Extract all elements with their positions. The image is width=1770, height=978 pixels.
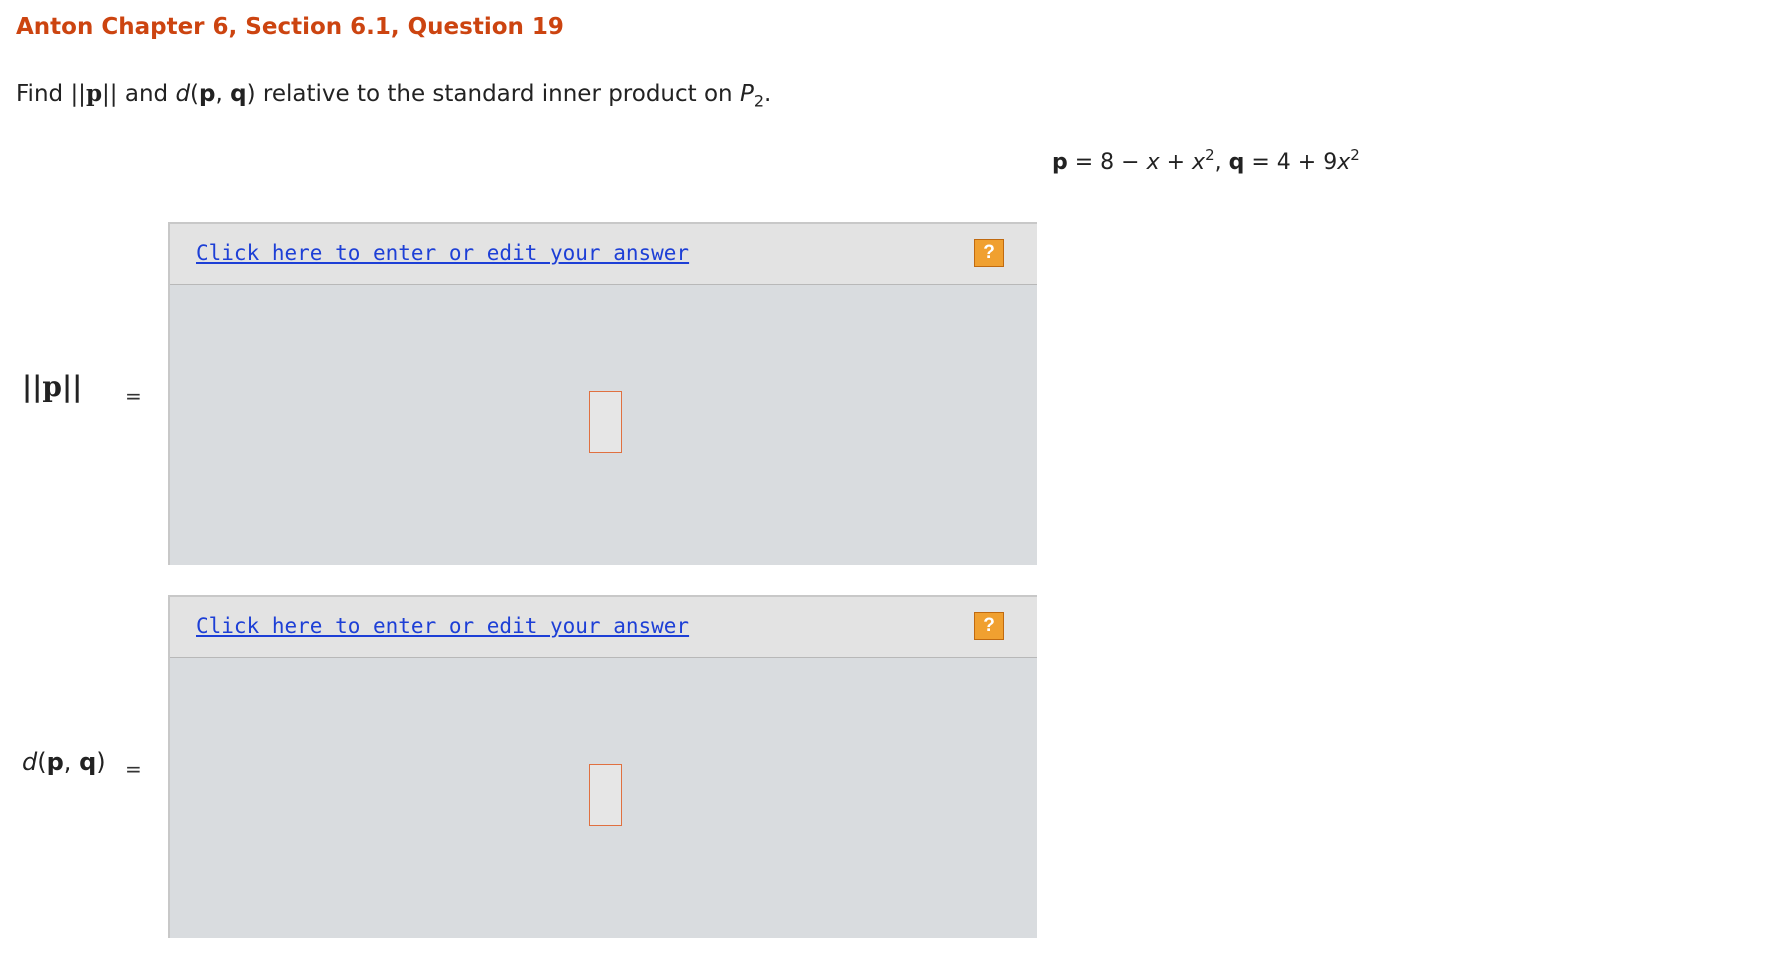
- answer-panel-norm: Click here to enter or edit your answer …: [168, 222, 1037, 565]
- equals-sign: =: [125, 757, 142, 781]
- answer-input-box[interactable]: [589, 391, 622, 453]
- distance-d: d: [175, 81, 191, 107]
- polynomial-definitions: p = 8 − x + x2, q = 4 + 9x2: [1052, 146, 1360, 175]
- help-icon[interactable]: ?: [974, 239, 1004, 267]
- question-and: and: [124, 81, 169, 107]
- page-title: Anton Chapter 6, Section 6.1, Question 1…: [16, 14, 564, 40]
- question-find: Find: [16, 81, 64, 107]
- answer-panel-header: Click here to enter or edit your answer …: [170, 224, 1037, 285]
- space-P: P: [739, 81, 754, 107]
- distance-label: d(p, q): [22, 748, 106, 776]
- answer-input-box[interactable]: [589, 764, 622, 826]
- question-rest: relative to the standard inner product o…: [262, 81, 733, 107]
- equals-sign: =: [125, 384, 142, 408]
- norm-p-label: ||p||: [22, 370, 83, 403]
- help-icon[interactable]: ?: [974, 612, 1004, 640]
- answer-panel-distance: Click here to enter or edit your answer …: [168, 595, 1037, 938]
- question-text: Find ||p|| and d(p, q) relative to the s…: [16, 80, 772, 111]
- answer-panel-header: Click here to enter or edit your answer …: [170, 597, 1037, 658]
- norm-p-symbol: ||p||: [70, 80, 118, 107]
- edit-answer-link[interactable]: Click here to enter or edit your answer: [196, 241, 689, 265]
- edit-answer-link[interactable]: Click here to enter or edit your answer: [196, 614, 689, 638]
